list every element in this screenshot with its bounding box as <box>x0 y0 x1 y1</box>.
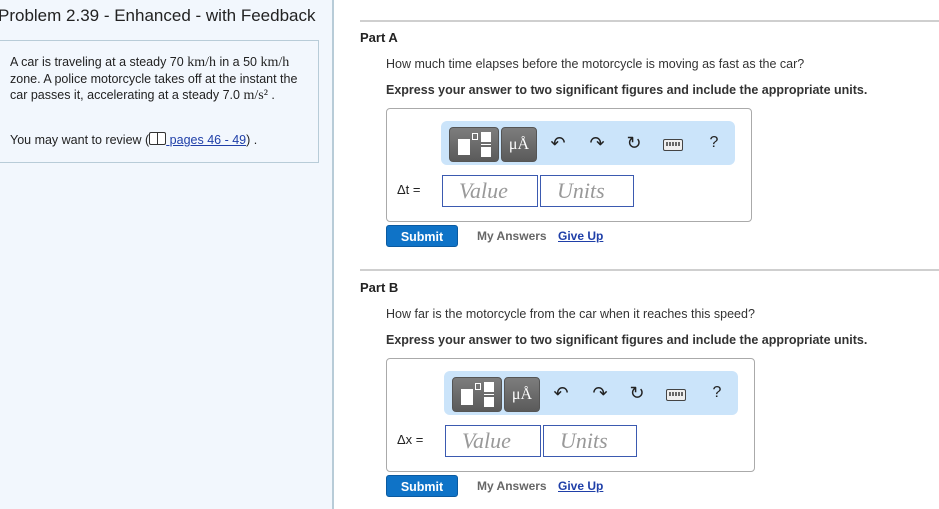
problem-text: A car is traveling at a steady 70 km/h i… <box>10 55 298 103</box>
units-button[interactable]: μÅ <box>501 127 537 162</box>
part-a-label: Part A <box>360 30 398 45</box>
part-a-question: How much time elapses before the motorcy… <box>386 57 805 71</box>
keyboard-icon[interactable] <box>663 139 683 151</box>
part-b-units-input[interactable]: Units <box>543 425 637 457</box>
part-b-label: Part B <box>360 280 399 295</box>
help-icon[interactable]: ? <box>703 132 725 154</box>
reset-icon[interactable]: ↻ <box>623 132 645 154</box>
part-a-answer-box: μÅ ↶ ↷ ↻ ? Δt = Value Units <box>386 108 752 222</box>
part-a-my-answers-link[interactable]: My Answers <box>477 229 547 243</box>
part-b-give-up-link[interactable]: Give Up <box>558 479 603 493</box>
keyboard-icon[interactable] <box>666 389 686 401</box>
undo-icon[interactable]: ↶ <box>547 132 569 154</box>
redo-icon[interactable]: ↷ <box>589 382 611 404</box>
part-a-give-up-link[interactable]: Give Up <box>558 229 603 243</box>
reset-icon[interactable]: ↻ <box>626 382 648 404</box>
templates-button[interactable] <box>449 127 499 162</box>
part-b-answer-box: μÅ ↶ ↷ ↻ ? Δx = Value Units <box>386 358 755 472</box>
units-button[interactable]: μÅ <box>504 377 540 412</box>
part-a-units-input[interactable]: Units <box>540 175 634 207</box>
book-icon <box>149 132 167 145</box>
part-a-submit-button[interactable]: Submit <box>386 225 458 247</box>
part-b-my-answers-link[interactable]: My Answers <box>477 479 547 493</box>
part-a-divider <box>360 20 939 22</box>
part-a-instruction: Express your answer to two significant f… <box>386 83 868 97</box>
part-a-math-toolbar: μÅ ↶ ↷ ↻ ? <box>441 121 735 165</box>
part-b-divider <box>360 269 939 271</box>
problem-panel: Problem 2.39 - Enhanced - with Feedback … <box>0 0 334 509</box>
part-b-value-input[interactable]: Value <box>445 425 541 457</box>
part-b-submit-button[interactable]: Submit <box>386 475 458 497</box>
part-b-question: How far is the motorcycle from the car w… <box>386 307 755 321</box>
problem-intro: A car is traveling at a steady 70 km/h i… <box>0 40 319 163</box>
part-a-variable-label: Δt = <box>397 182 421 197</box>
part-b-variable-label: Δx = <box>397 432 424 447</box>
undo-icon[interactable]: ↶ <box>550 382 572 404</box>
part-b-instruction: Express your answer to two significant f… <box>386 333 868 347</box>
problem-title: Problem 2.39 - Enhanced - with Feedback <box>0 6 316 25</box>
part-a-value-input[interactable]: Value <box>442 175 538 207</box>
review-pages-link[interactable]: pages 46 - 49 <box>149 132 246 147</box>
templates-button[interactable] <box>452 377 502 412</box>
redo-icon[interactable]: ↷ <box>586 132 608 154</box>
help-icon[interactable]: ? <box>706 382 728 404</box>
review-text: You may want to review ( pages 46 - 49) … <box>10 132 258 147</box>
part-b-math-toolbar: μÅ ↶ ↷ ↻ ? <box>444 371 738 415</box>
